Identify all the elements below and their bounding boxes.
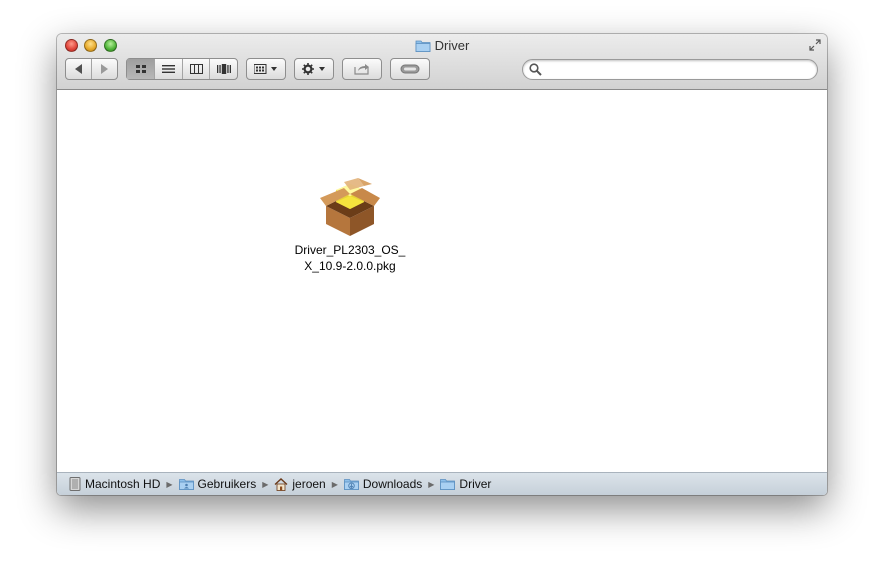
cover-flow-icon [216,64,231,74]
share-button[interactable] [342,58,382,80]
path-label: Downloads [362,477,423,491]
titlebar: Driver [57,34,827,90]
path-label: jeroen [292,477,326,491]
path-item-driver[interactable]: Driver [440,477,491,491]
share-icon [354,64,369,75]
chevron-right-icon: ▶ [331,479,338,489]
path-label: Gebruikers [197,477,257,491]
action-button[interactable] [294,58,334,80]
search-input[interactable] [545,61,810,78]
folder-icon [415,40,431,52]
file-area[interactable]: Driver_PL2303_OS_X_10.9-2.0.0.pkg [57,90,827,472]
chevron-right-icon: ▶ [166,479,173,489]
path-bar: Macintosh HD ▶ Gebruikers ▶ jeroen ▶ Dow… [57,472,827,495]
search-field[interactable] [522,59,818,80]
icon-view-icon [135,65,146,73]
path-item-macintosh-hd[interactable]: Macintosh HD [69,477,160,491]
file-name: Driver_PL2303_OS_X_10.9-2.0.0.pkg [294,243,406,273]
path-item-jeroen[interactable]: jeroen [274,477,326,491]
file-item[interactable]: Driver_PL2303_OS_X_10.9-2.0.0.pkg [287,176,413,274]
arrange-icon [254,64,277,74]
installer-package-icon [320,178,380,236]
forward-arrow-icon [101,64,109,74]
window-title-area: Driver [57,38,827,53]
chevron-right-icon: ▶ [262,479,269,489]
home-icon [274,477,288,491]
column-view-icon [189,64,203,74]
list-view-icon [162,65,176,73]
path-item-downloads[interactable]: Downloads [343,477,423,491]
back-button[interactable] [66,59,91,79]
forward-button[interactable] [91,59,117,79]
view-mode-control [126,58,238,80]
path-label: Driver [459,477,492,491]
cover-flow-view-button[interactable] [209,59,237,79]
search-icon [529,63,542,76]
column-view-button[interactable] [181,59,210,79]
toggle-toolbar-button[interactable] [390,58,430,80]
downloads-folder-icon [343,479,359,490]
back-arrow-icon [75,64,83,74]
pill-icon [400,64,420,74]
fullscreen-icon[interactable] [809,39,821,51]
path-item-gebruikers[interactable]: Gebruikers [178,477,257,491]
icon-view-button[interactable] [127,59,155,79]
hard-drive-icon [69,477,81,491]
window-title: Driver [434,38,470,53]
folder-users-icon [178,479,194,490]
folder-icon [440,479,456,490]
chevron-right-icon: ▶ [428,479,435,489]
finder-window: Driver Driver_PL2303_OS_X_10.9-2.0.0.pkg… [57,34,827,495]
back-forward-buttons [65,58,118,80]
list-view-button[interactable] [154,59,182,79]
path-label: Macintosh HD [85,477,161,491]
arrange-button[interactable] [246,58,286,80]
gear-icon [302,63,325,75]
